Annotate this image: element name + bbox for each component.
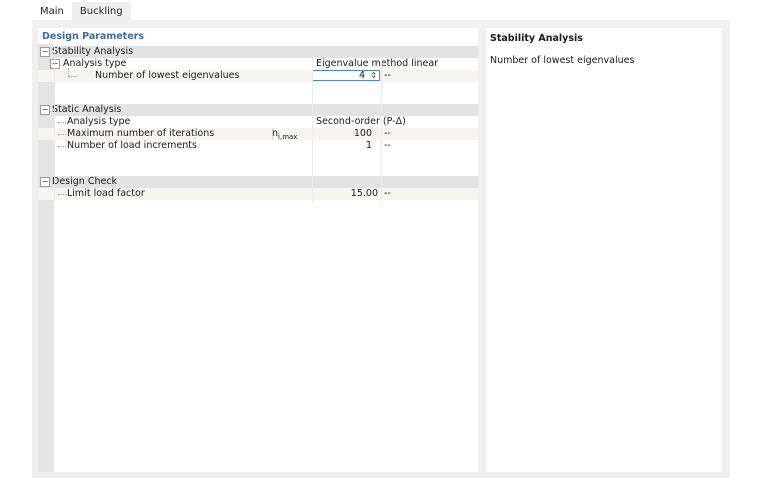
row-stability-analysis-type[interactable]: − Analysis type Eigenvalue method linear (38, 58, 478, 70)
column-divider (381, 58, 382, 202)
tree-vline (54, 46, 55, 202)
unit: -- (384, 140, 391, 151)
collapse-icon[interactable]: − (50, 59, 60, 69)
row-label: Number of load increments (67, 140, 197, 151)
row-load-increments[interactable]: Number of load increments 1 -- (38, 140, 478, 152)
eigenvalues-spinner[interactable]: 4 ⇕ (312, 70, 380, 81)
section-title: Stability Analysis (52, 46, 134, 57)
limit-value[interactable]: 15.00 (312, 188, 378, 200)
row-label: Maximum number of iterations (67, 128, 215, 139)
collapse-icon[interactable]: − (40, 47, 50, 57)
row-label: Limit load factor (67, 188, 145, 199)
tree-line (58, 146, 66, 147)
info-text: Number of lowest eigenvalues (490, 55, 635, 66)
unit: -- (384, 70, 391, 81)
row-label: Analysis type (63, 58, 127, 69)
info-panel: Stability Analysis Number of lowest eige… (486, 28, 722, 472)
design-parameters-panel: Design Parameters − Stability Analysis −… (38, 28, 478, 472)
unit: -- (384, 188, 391, 199)
tree-line (58, 194, 66, 195)
row-eigenvalues[interactable]: Number of lowest eigenvalues 4 ⇕ -- (38, 68, 478, 82)
row-limit-load-factor[interactable]: Limit load factor 15.00 -- (38, 188, 478, 200)
row-static-analysis-type[interactable]: Analysis type Second-order (P-Δ) (38, 116, 478, 128)
tab-bar: Main Buckling (32, 2, 131, 20)
unit: -- (384, 128, 391, 139)
row-label: Analysis type (67, 116, 131, 127)
column-divider (312, 58, 313, 202)
section-title: Static Analysis (52, 104, 122, 115)
tree-line (58, 134, 66, 135)
section-stability-analysis[interactable]: − Stability Analysis (38, 46, 478, 58)
analysis-type-value[interactable]: Second-order (P-Δ) (316, 116, 406, 128)
tree-line (58, 122, 66, 123)
section-static-analysis[interactable]: − Static Analysis (38, 104, 478, 116)
tab-main[interactable]: Main (32, 2, 72, 20)
column-divider (272, 128, 273, 140)
section-title: Design Check (52, 176, 118, 187)
tab-buckling[interactable]: Buckling (71, 2, 131, 20)
panel-title: Design Parameters (42, 31, 144, 42)
analysis-type-value[interactable]: Eigenvalue method linear (316, 58, 438, 70)
spinner-arrows-icon[interactable]: ⇕ (370, 70, 377, 82)
spinner-value: 4 (358, 70, 365, 81)
tree-line (68, 76, 76, 77)
collapse-icon[interactable]: − (40, 105, 50, 115)
row-label: Number of lowest eigenvalues (95, 70, 240, 81)
row-max-iterations[interactable]: Maximum number of iterations ni,max 100 … (38, 128, 478, 141)
increments-value[interactable]: 1 (312, 140, 372, 152)
tree-line (68, 68, 69, 76)
info-title: Stability Analysis (490, 33, 583, 44)
section-design-check[interactable]: − Design Check (38, 176, 478, 188)
iterations-value[interactable]: 100 (312, 128, 372, 140)
collapse-icon[interactable]: − (40, 177, 50, 187)
